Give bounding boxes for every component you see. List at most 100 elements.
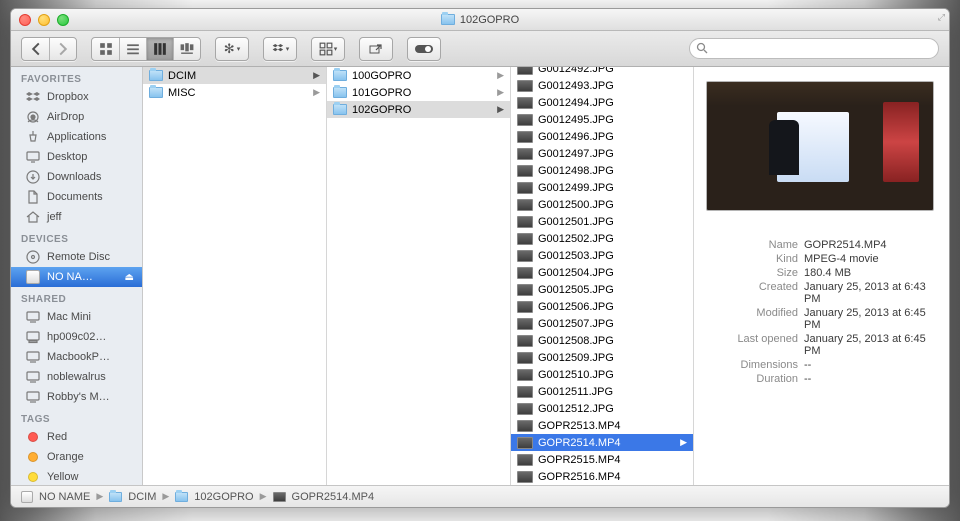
column-2[interactable]: 100GOPRO▶101GOPRO▶102GOPRO▶ xyxy=(327,67,511,485)
minimize-button[interactable] xyxy=(38,14,50,26)
sidebar-item[interactable]: MacbookP… xyxy=(11,347,142,367)
file-row[interactable]: G0012502.JPG xyxy=(511,230,693,247)
close-button[interactable] xyxy=(19,14,31,26)
file-row[interactable]: G0012494.JPG xyxy=(511,94,693,111)
zoom-button[interactable] xyxy=(57,14,69,26)
dropbox-menu[interactable]: ▾ xyxy=(263,37,297,61)
tag-icon xyxy=(25,449,41,465)
file-row[interactable]: G0012492.JPG xyxy=(511,67,693,77)
row-label: G0012494.JPG xyxy=(538,97,614,109)
sidebar-item[interactable]: Applications xyxy=(11,127,142,147)
sidebar-section-head: FAVORITES xyxy=(11,67,142,87)
row-label: GOPR2515.MP4 xyxy=(538,454,621,466)
folder-row[interactable]: 100GOPRO▶ xyxy=(327,67,510,84)
sidebar-item[interactable]: Orange xyxy=(11,447,142,467)
file-row[interactable]: G0012501.JPG xyxy=(511,213,693,230)
file-row[interactable]: G0012507.JPG xyxy=(511,315,693,332)
sidebar-item[interactable]: Remote Disc xyxy=(11,247,142,267)
meta-label-kind: Kind xyxy=(706,253,798,265)
file-thumbnail xyxy=(517,454,533,466)
sidebar-item[interactable]: Downloads xyxy=(11,167,142,187)
file-row[interactable]: G0012498.JPG xyxy=(511,162,693,179)
sidebar-item[interactable]: Robby's M… xyxy=(11,387,142,407)
file-row[interactable]: G0012512.JPG xyxy=(511,400,693,417)
file-thumbnail xyxy=(517,335,533,347)
fullscreen-icon[interactable]: ⤢ xyxy=(938,12,945,23)
search-input[interactable] xyxy=(689,38,939,59)
row-label: G0012497.JPG xyxy=(538,148,614,160)
eject-icon[interactable]: ⏏ xyxy=(125,272,134,283)
path-segment[interactable]: NO NAME xyxy=(39,491,90,503)
sidebar-item[interactable]: Documents xyxy=(11,187,142,207)
sidebar-item-label: Mac Mini xyxy=(47,311,91,323)
folder-row[interactable]: DCIM▶ xyxy=(143,67,326,84)
back-button[interactable] xyxy=(22,38,49,60)
tags-button[interactable] xyxy=(407,37,441,61)
file-row[interactable]: G0012495.JPG xyxy=(511,111,693,128)
sidebar-item[interactable]: AirDrop xyxy=(11,107,142,127)
file-row[interactable]: G0012503.JPG xyxy=(511,247,693,264)
file-row[interactable]: G0012496.JPG xyxy=(511,128,693,145)
path-segment[interactable]: GOPR2514.MP4 xyxy=(292,491,375,503)
path-segment[interactable]: DCIM xyxy=(128,491,156,503)
sidebar-item[interactable]: Yellow xyxy=(11,467,142,485)
sidebar-item[interactable]: Red xyxy=(11,427,142,447)
share-button[interactable] xyxy=(359,37,393,61)
file-row[interactable]: G0012493.JPG xyxy=(511,77,693,94)
sidebar-item-label: noblewalrus xyxy=(47,371,106,383)
file-row[interactable]: G0012510.JPG xyxy=(511,366,693,383)
arrange-menu[interactable]: ▾ xyxy=(311,37,345,61)
search-field[interactable] xyxy=(689,38,939,59)
path-bar[interactable]: NO NAME▶DCIM▶102GOPRO▶GOPR2514.MP4 xyxy=(11,485,949,507)
sidebar-item[interactable]: Dropbox xyxy=(11,87,142,107)
folder-row[interactable]: 102GOPRO▶ xyxy=(327,101,510,118)
folder-row[interactable]: 101GOPRO▶ xyxy=(327,84,510,101)
file-row[interactable]: G0012511.JPG xyxy=(511,383,693,400)
column-view-button[interactable] xyxy=(146,38,173,60)
file-row[interactable]: GOPR2513.MP4 xyxy=(511,417,693,434)
file-row[interactable]: GOPR2515.MP4 xyxy=(511,451,693,468)
folder-row[interactable]: MISC▶ xyxy=(143,84,326,101)
file-row[interactable]: G0012500.JPG xyxy=(511,196,693,213)
sidebar-item[interactable]: hp009c02… xyxy=(11,327,142,347)
file-row[interactable]: G0012499.JPG xyxy=(511,179,693,196)
file-row[interactable]: G0012505.JPG xyxy=(511,281,693,298)
chevron-right-icon: ▶ xyxy=(313,87,320,98)
action-menu[interactable]: ✻▾ xyxy=(215,37,249,61)
chevron-right-icon: ▶ xyxy=(96,491,103,502)
file-row[interactable]: G0012497.JPG xyxy=(511,145,693,162)
folder-icon xyxy=(109,492,122,502)
sidebar-item-label: NO NA… xyxy=(47,271,93,283)
preview-thumbnail[interactable] xyxy=(706,81,934,211)
folder-icon xyxy=(441,14,455,25)
file-row[interactable]: G0012509.JPG xyxy=(511,349,693,366)
file-icon xyxy=(273,492,286,502)
row-label: G0012511.JPG xyxy=(538,386,613,398)
meta-value-size: 180.4 MB xyxy=(804,267,937,279)
sidebar-item-label: Orange xyxy=(47,451,84,463)
coverflow-view-button[interactable] xyxy=(173,38,200,60)
file-row[interactable]: GOPR2516.MP4 xyxy=(511,468,693,485)
sidebar-item[interactable]: NO NA… ⏏ xyxy=(11,267,142,287)
sidebar-item[interactable]: noblewalrus xyxy=(11,367,142,387)
icon-view-button[interactable] xyxy=(92,38,119,60)
forward-button[interactable] xyxy=(49,38,76,60)
sidebar-item[interactable]: Mac Mini xyxy=(11,307,142,327)
sidebar[interactable]: FAVORITESDropboxAirDropApplicationsDeskt… xyxy=(11,67,143,485)
file-thumbnail xyxy=(517,148,533,160)
column-1[interactable]: DCIM▶MISC▶ xyxy=(143,67,327,485)
mac-icon xyxy=(25,349,41,365)
file-row[interactable]: G0012504.JPG xyxy=(511,264,693,281)
file-row[interactable]: GOPR2514.MP4▶ xyxy=(511,434,693,451)
sidebar-item[interactable]: jeff xyxy=(11,207,142,227)
meta-value-duration: -- xyxy=(804,373,937,385)
search-icon xyxy=(696,42,708,57)
path-segment[interactable]: 102GOPRO xyxy=(194,491,253,503)
file-row[interactable]: G0012508.JPG xyxy=(511,332,693,349)
sidebar-item[interactable]: Desktop xyxy=(11,147,142,167)
file-row[interactable]: G0012506.JPG xyxy=(511,298,693,315)
titlebar[interactable]: 102GOPRO ⤢ xyxy=(11,9,949,31)
column-3[interactable]: G0012490.JPGG0012491.JPGG0012492.JPGG001… xyxy=(511,67,694,485)
mac-icon xyxy=(25,369,41,385)
list-view-button[interactable] xyxy=(119,38,146,60)
